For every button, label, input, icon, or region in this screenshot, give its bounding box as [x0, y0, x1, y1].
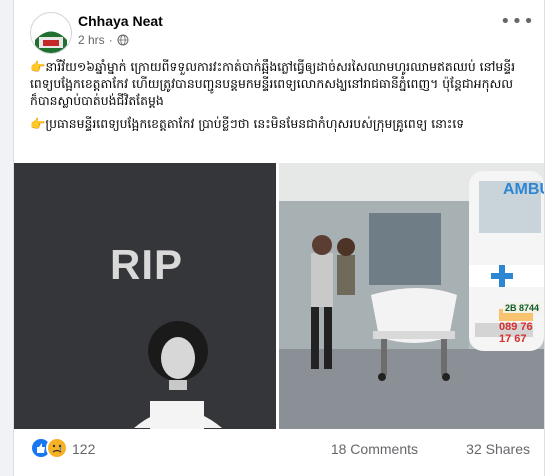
hospital-photo-illustration — [279, 163, 544, 429]
sad-reaction-icon — [46, 437, 68, 459]
avatar[interactable] — [30, 12, 72, 54]
ambulance-text: AMBU — [503, 181, 544, 198]
post-time[interactable]: 2 hrs — [78, 33, 105, 47]
reactions[interactable] — [30, 437, 68, 459]
post-header: Chhaya Neat 2 hrs · ••• — [30, 12, 534, 54]
ambulance-phone: 089 76 17 67 — [499, 321, 533, 345]
comments-count[interactable]: 18 Comments — [331, 441, 418, 457]
rip-photo-illustration — [14, 163, 276, 429]
photo-grid: RIP AMB 089 76 17 67 2B 8744 — [14, 163, 544, 429]
rip-text: RIP — [110, 241, 184, 288]
shares-count[interactable]: 32 Shares — [466, 441, 530, 457]
post-card: Chhaya Neat 2 hrs · ••• 👉នារីវ័យ១៦ឆ្នាំម… — [13, 0, 545, 476]
more-icon[interactable]: ••• — [500, 13, 534, 36]
post-footer: 122 18 Comments 32 Shares — [30, 437, 530, 461]
ambulance-plate: 2B 8744 — [503, 303, 542, 313]
avatar-image — [31, 13, 71, 53]
globe-icon — [117, 34, 129, 46]
post-meta: 2 hrs · — [78, 33, 129, 47]
author-name[interactable]: Chhaya Neat — [78, 13, 163, 29]
dot-separator: · — [108, 33, 113, 47]
reactions-count[interactable]: 122 — [72, 441, 95, 457]
photo-rip[interactable]: RIP — [14, 163, 276, 429]
post-text: 👉នារីវ័យ១៦ឆ្នាំម្នាក់ ក្រោយពីទទួលការវះកា… — [30, 58, 528, 138]
post-paragraph-2: 👉ប្រធានមន្ទីរពេទ្យបង្អែកខេត្តតាកែវ ប្រាប… — [30, 116, 465, 131]
photo-hospital[interactable]: AMBU 089 76 17 67 2B 8744 — [279, 163, 544, 429]
post-paragraph-1: 👉នារីវ័យ១៦ឆ្នាំម្នាក់ ក្រោយពីទទួលការវះកា… — [30, 59, 516, 108]
